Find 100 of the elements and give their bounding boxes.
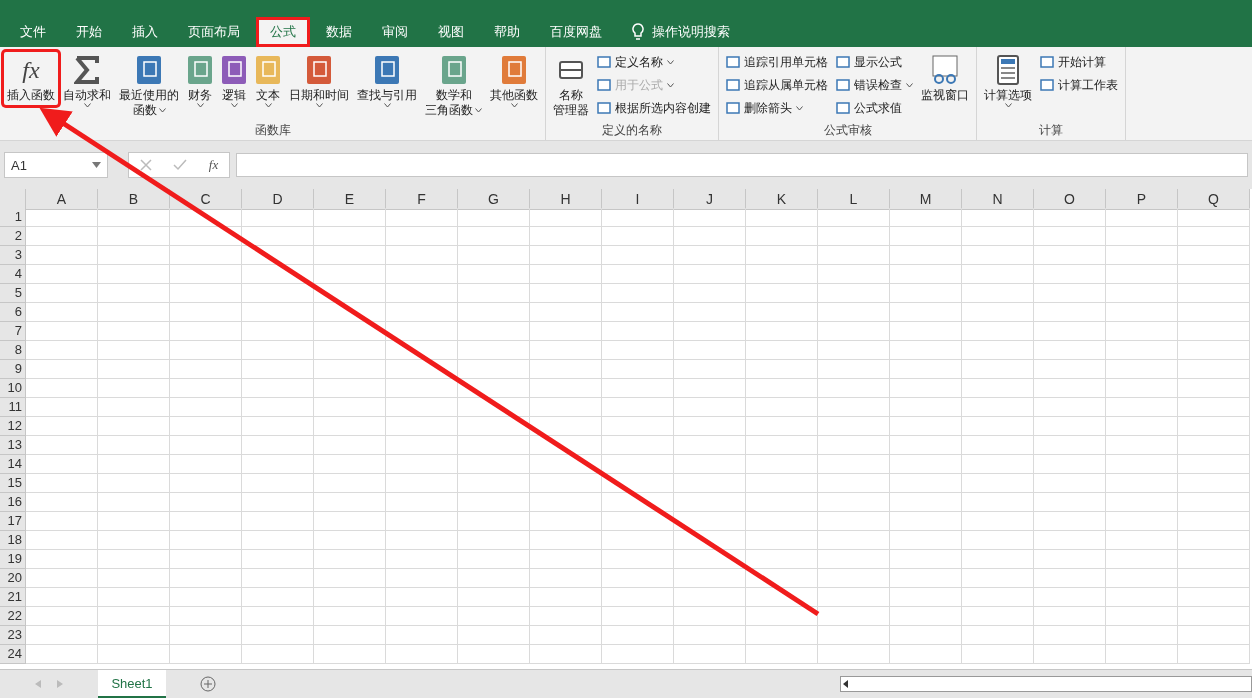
row-header[interactable]: 12 <box>0 417 26 436</box>
row-header[interactable]: 4 <box>0 265 26 284</box>
name-box[interactable]: A1 <box>4 152 108 178</box>
row-header[interactable]: 16 <box>0 493 26 512</box>
horizontal-scrollbar[interactable] <box>840 676 1252 692</box>
caret-icon <box>383 103 391 108</box>
row-header[interactable]: 9 <box>0 360 26 379</box>
ribbon-button[interactable]: 监视窗口 <box>918 52 972 105</box>
row-header[interactable]: 2 <box>0 227 26 246</box>
ribbon-command[interactable]: 错误检查 <box>836 75 913 95</box>
check-icon[interactable] <box>173 159 188 171</box>
column-header[interactable]: N <box>962 189 1034 210</box>
command-icon <box>726 101 740 115</box>
column-header[interactable]: J <box>674 189 746 210</box>
caret-icon <box>796 105 803 111</box>
tell-me-search[interactable]: 操作说明搜索 <box>652 23 730 41</box>
row-header[interactable]: 10 <box>0 379 26 398</box>
column-header[interactable]: K <box>746 189 818 210</box>
ribbon-tab[interactable]: 插入 <box>118 17 172 47</box>
column-header[interactable]: B <box>98 189 170 210</box>
ribbon-button[interactable]: 文本 <box>252 52 284 110</box>
ribbon-button[interactable]: 最近使用的 函数 <box>116 52 182 120</box>
column-header[interactable]: A <box>26 189 98 210</box>
ribbon-button[interactable]: 计算选项 <box>981 52 1035 110</box>
ribbon-command[interactable]: 显示公式 <box>836 52 913 72</box>
row-header[interactable]: 18 <box>0 531 26 550</box>
column-header[interactable]: O <box>1034 189 1106 210</box>
ribbon-command[interactable]: 追踪引用单元格 <box>726 52 828 72</box>
column-header[interactable]: L <box>818 189 890 210</box>
row-header[interactable]: 8 <box>0 341 26 360</box>
caret-icon <box>158 108 166 113</box>
ribbon-command[interactable]: 计算工作表 <box>1040 75 1118 95</box>
row-header[interactable]: 14 <box>0 455 26 474</box>
ribbon-command[interactable]: 定义名称 <box>597 52 711 72</box>
next-sheet-icon[interactable] <box>57 680 63 688</box>
ribbon-tab[interactable]: 百度网盘 <box>536 17 616 47</box>
group-label: 定义的名称 <box>601 122 663 139</box>
scroll-left-icon[interactable] <box>841 679 851 689</box>
previous-sheet-icon[interactable] <box>35 680 41 688</box>
ribbon-tab[interactable]: 视图 <box>424 17 478 47</box>
ribbon-command[interactable]: 追踪从属单元格 <box>726 75 828 95</box>
row-header[interactable]: 24 <box>0 645 26 664</box>
cancel-icon[interactable] <box>139 159 152 171</box>
ribbon-button[interactable]: 名称 管理器 <box>550 52 592 120</box>
column-header[interactable]: I <box>602 189 674 210</box>
row-header[interactable]: 20 <box>0 569 26 588</box>
ribbon-command[interactable]: 删除箭头 <box>726 98 828 118</box>
column-header[interactable]: G <box>458 189 530 210</box>
formula-input[interactable] <box>236 153 1248 177</box>
row-header[interactable]: 6 <box>0 303 26 322</box>
ribbon-tab[interactable]: 公式 <box>256 17 310 47</box>
ribbon-button[interactable]: 日期和时间 <box>286 52 352 110</box>
calculator-icon <box>996 55 1020 85</box>
ribbon-button[interactable]: 其他函数 <box>487 52 541 110</box>
command-icon <box>597 101 611 115</box>
command-icon <box>836 101 850 115</box>
column-header[interactable]: H <box>530 189 602 210</box>
ribbon-button[interactable]: 查找与引用 <box>354 52 420 110</box>
caret-icon <box>906 82 913 88</box>
column-header[interactable]: D <box>242 189 314 210</box>
command-icon <box>597 55 611 69</box>
row-header[interactable]: 5 <box>0 284 26 303</box>
ribbon-tab[interactable]: 开始 <box>62 17 116 47</box>
ribbon-button[interactable]: 财务 <box>184 52 216 110</box>
insert-function-icon[interactable]: fx <box>208 157 219 173</box>
ribbon-tab[interactable]: 文件 <box>6 17 60 47</box>
caret-icon <box>667 59 674 65</box>
row-header[interactable]: 11 <box>0 398 26 417</box>
row-header[interactable]: 3 <box>0 246 26 265</box>
column-header[interactable]: E <box>314 189 386 210</box>
row-header[interactable]: 21 <box>0 588 26 607</box>
column-header[interactable]: M <box>890 189 962 210</box>
row-header[interactable]: 19 <box>0 550 26 569</box>
column-header[interactable]: Q <box>1178 189 1250 210</box>
row-header[interactable]: 22 <box>0 607 26 626</box>
row-header[interactable]: 7 <box>0 322 26 341</box>
ribbon-tab[interactable]: 审阅 <box>368 17 422 47</box>
dropdown-arrow-icon[interactable] <box>92 162 101 168</box>
sheet-tab[interactable]: Sheet1 <box>98 670 166 698</box>
row-header[interactable]: 13 <box>0 436 26 455</box>
ribbon-command[interactable]: 开始计算 <box>1040 52 1118 72</box>
row-header[interactable]: 15 <box>0 474 26 493</box>
column-header[interactable]: P <box>1106 189 1178 210</box>
caret-icon <box>196 103 204 108</box>
row-header[interactable]: 17 <box>0 512 26 531</box>
ribbon-button[interactable]: fx 插入函数 <box>4 52 58 105</box>
row-header[interactable]: 23 <box>0 626 26 645</box>
row-header[interactable]: 1 <box>0 208 26 227</box>
ribbon-tab[interactable]: 帮助 <box>480 17 534 47</box>
add-sheet-icon[interactable] <box>200 676 216 692</box>
ribbon-tab[interactable]: 数据 <box>312 17 366 47</box>
ribbon-button[interactable]: 自动求和 <box>60 52 114 110</box>
column-header[interactable]: F <box>386 189 458 210</box>
ribbon-command[interactable]: 根据所选内容创建 <box>597 98 711 118</box>
ribbon-button[interactable]: 数学和 三角函数 <box>422 52 485 120</box>
ribbon-command[interactable]: 公式求值 <box>836 98 913 118</box>
ribbon-button[interactable]: 逻辑 <box>218 52 250 110</box>
lightbulb-icon <box>632 23 644 41</box>
command-icon <box>836 55 850 69</box>
ribbon-tab[interactable]: 页面布局 <box>174 17 254 47</box>
